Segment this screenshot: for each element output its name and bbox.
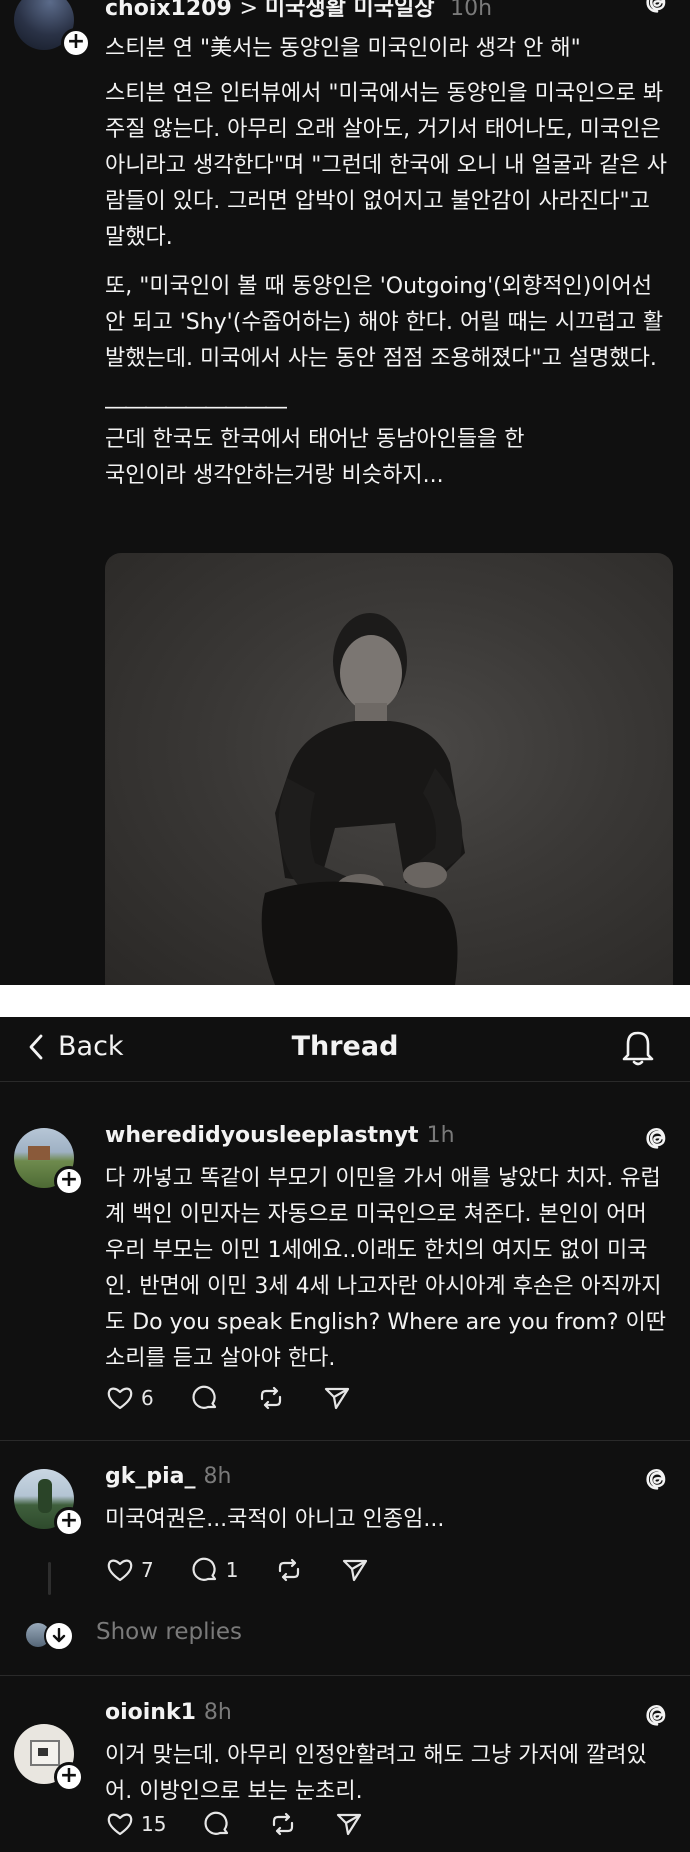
reply-divider [0,1675,690,1676]
reply-header: gk_pia_ 8h [105,1464,231,1489]
breadcrumb-separator: > [239,0,265,21]
author-username[interactable]: choix1209 [105,0,232,21]
repost-icon [279,1558,300,1582]
reply-header: oioink1 8h [105,1700,232,1725]
comment-button[interactable] [190,1383,220,1413]
photo-figure [261,613,465,985]
follow-plus-icon[interactable]: + [54,1507,84,1537]
author-avatar[interactable]: + [14,0,91,58]
repost-button[interactable] [274,1555,304,1585]
comment-button[interactable]: 1 [190,1555,239,1585]
comment-button[interactable] [202,1809,232,1839]
repost-button[interactable] [268,1809,298,1839]
post-body: 스티븐 연은 인터뷰에서 "미국에서는 동양인을 미국인으로 봐주질 않는다. … [105,76,673,507]
reply-avatar[interactable]: + [14,1128,84,1196]
reply-text: 미국여권은...국적이 아니고 인종임... [105,1507,445,1532]
like-button[interactable]: 15 [105,1809,166,1839]
show-replies-avatars [26,1621,76,1651]
follow-plus-icon[interactable]: + [54,1166,84,1196]
community-name[interactable]: 미국생활 미국일상 [265,0,435,21]
reply-actions: 15 [105,1809,400,1839]
threads-icon [646,0,666,13]
reply-time: 8h [203,1464,232,1489]
post-header: choix1209 > 미국생활 미국일상 10h [105,0,492,22]
thread-nav-bar: Back Thread [0,1017,690,1082]
page-title: Thread [291,1031,399,1062]
reply-time: 1h [426,1123,455,1148]
follow-plus-icon[interactable]: + [61,28,91,58]
repost-icon [260,1386,281,1410]
like-button[interactable]: 7 [105,1555,154,1585]
heart-icon [107,1387,133,1410]
post-time: 10h [450,0,493,21]
post-divider-text: ――――――――― [105,395,287,420]
share-button[interactable] [322,1383,352,1413]
post-paragraph: 스티븐 연은 인터뷰에서 "미국에서는 동양인을 미국인으로 봐주질 않는다. … [105,81,667,250]
repost-icon [273,1812,294,1836]
thread-connector-line [48,1562,51,1595]
share-icon [324,1387,349,1410]
reply-header: wheredidyousleeplastnyt 1h [105,1123,455,1148]
comment-icon [192,1557,216,1581]
reply-actions: 7 1 [105,1555,406,1585]
like-count: 7 [141,1558,154,1582]
reply-text: 다 까넣고 똑같이 부모기 이민을 가서 애를 낳았다 치자. 유럽계 백인 이… [105,1166,666,1371]
threads-icon [646,1468,666,1490]
thread-screen: Back Thread + wheredidyousleeplastnyt 1h … [0,1017,690,1852]
reply-actions: 6 [105,1383,388,1413]
post-title: 스티븐 연 "美서는 동양인을 미국인이라 생각 안 해" [105,36,581,61]
repost-button[interactable] [256,1383,286,1413]
comment-icon [204,1811,229,1835]
share-button[interactable] [334,1809,364,1839]
post-paragraph: 근데 한국도 한국에서 태어난 동남아인들을 한국인이라 생각안하는거랑 비슷하… [105,427,525,488]
post-screen: + choix1209 > 미국생활 미국일상 10h 스티븐 연 "美서는 동… [0,0,690,985]
post-photo[interactable] [105,553,673,985]
reply-avatar[interactable]: + [14,1724,84,1792]
comment-icon [192,1385,216,1409]
heart-icon [107,1559,133,1582]
reply-avatar[interactable]: + [14,1469,84,1537]
like-count: 6 [141,1386,154,1410]
reply-text: 이거 맞는데. 아무리 인정안할려고 해도 그냥 가저에 깔려있어. 이방인으로… [105,1743,647,1804]
comment-count: 1 [225,1558,239,1582]
threads-icon [646,1704,666,1726]
like-count: 15 [141,1812,167,1836]
reply-time: 8h [203,1700,232,1725]
show-replies-link[interactable]: Show replies [96,1619,242,1645]
share-icon [337,1813,362,1836]
like-button[interactable]: 6 [105,1383,154,1413]
reply-username[interactable]: gk_pia_ [105,1464,196,1489]
heart-icon [107,1813,133,1836]
share-button[interactable] [340,1555,370,1585]
reply-username[interactable]: wheredidyousleeplastnyt [105,1123,419,1148]
threads-icon [646,1127,666,1149]
follow-plus-icon[interactable]: + [54,1762,84,1792]
expand-down-icon [44,1621,74,1651]
reply-username[interactable]: oioink1 [105,1700,196,1725]
reply-divider [0,1440,690,1441]
share-icon [343,1559,368,1582]
bell-icon[interactable] [620,1027,656,1067]
post-paragraph: 또, "미국인이 볼 때 동양인은 'Outgoing'(외향적인)이어선 안 … [105,274,664,371]
